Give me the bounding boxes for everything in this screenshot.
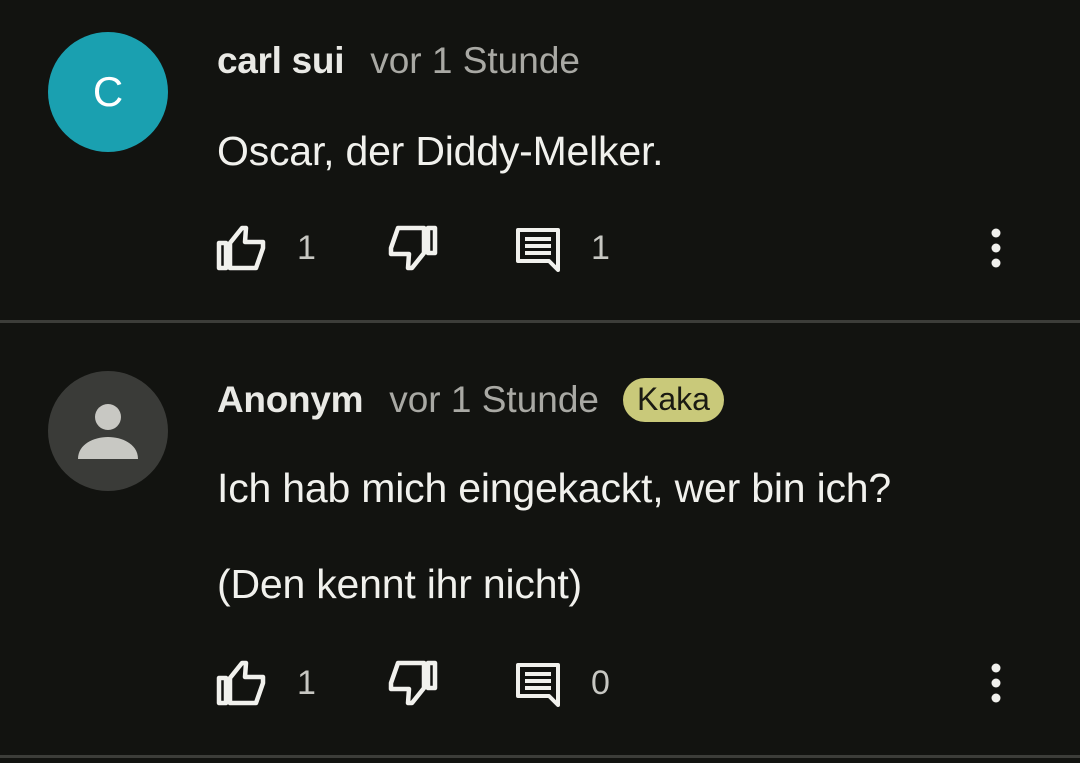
like-count: 1 [297,228,316,267]
reply-count: 0 [591,663,610,702]
avatar[interactable]: C [48,32,168,152]
dislike-button[interactable] [385,653,439,713]
comment-header: Anonym vor 1 Stunde Kaka [217,377,724,423]
reply-button[interactable]: 1 [513,218,610,278]
comment-item: C carl sui vor 1 Stunde Oscar, der Diddy… [0,0,1080,320]
reply-button[interactable]: 0 [513,653,610,713]
thumbs-up-icon [216,660,266,706]
avatar[interactable] [48,371,168,491]
like-button[interactable]: 1 [215,218,316,278]
dislike-button[interactable] [385,218,439,278]
comment-time[interactable]: vor 1 Stunde [370,40,580,82]
reply-count: 1 [591,228,610,267]
like-count: 1 [297,663,316,702]
thumbs-down-icon [388,660,438,706]
more-vert-icon [991,228,1001,268]
person-icon [78,404,138,459]
more-options-button[interactable] [980,653,1012,713]
thumbs-up-icon [216,225,266,271]
comment-text: Oscar, der Diddy-Melker. [217,128,664,174]
comment-time[interactable]: vor 1 Stunde [389,379,599,421]
avatar-letter: C [92,68,124,115]
divider [0,755,1080,758]
comment-header: carl sui vor 1 Stunde [217,38,604,84]
more-vert-icon [991,663,1001,703]
comment-icon [516,663,560,707]
thumbs-down-icon [388,225,438,271]
comment-actions: 1 0 [0,653,1080,713]
comment-text: (Den kennt ihr nicht) [217,561,582,607]
like-button[interactable]: 1 [215,653,316,713]
comment-text: Ich hab mich eingekackt, wer bin ich? [217,465,892,511]
author-name[interactable]: Anonym [217,379,364,421]
comment-actions: 1 1 [0,218,1080,278]
more-options-button[interactable] [980,218,1012,278]
comment-icon [516,228,560,272]
member-badge: Kaka [623,378,724,422]
author-name[interactable]: carl sui [217,40,344,82]
comment-item: Anonym vor 1 Stunde Kaka Ich hab mich ei… [0,323,1080,755]
